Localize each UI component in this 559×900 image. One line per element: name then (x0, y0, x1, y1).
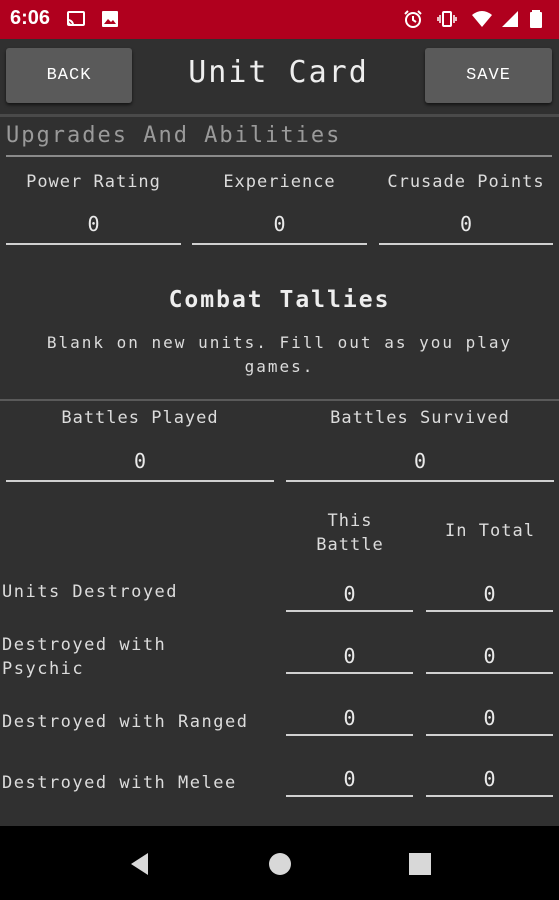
tally-this-battle-field[interactable]: 0 (286, 640, 413, 674)
tally-this-battle-field[interactable]: 0 (286, 578, 413, 612)
status-bar: 6:06 (0, 0, 559, 39)
signal-icon (500, 9, 520, 29)
battery-icon (526, 9, 546, 29)
back-button[interactable]: BACK (6, 48, 132, 103)
crusade-points-label: Crusade Points (387, 172, 545, 192)
vibrate-icon (437, 9, 457, 29)
crusade-points-field[interactable]: 0 (379, 205, 553, 245)
app-bar: BACK Unit Card SAVE (0, 39, 559, 111)
tally-row-label: Destroyed with Psychic (2, 635, 167, 679)
tally-in-total-field[interactable]: 0 (426, 763, 553, 797)
alarm-icon (403, 9, 423, 29)
tally-in-total-field[interactable]: 0 (426, 702, 553, 736)
col-header-in-total: In Total (445, 521, 535, 541)
battles-played-label: Battles Played (61, 408, 219, 428)
battles-played-field[interactable]: 0 (6, 442, 274, 482)
combat-tallies-description: Blank on new units. Fill out as you play… (46, 333, 513, 376)
tally-row-label: Destroyed with Melee (2, 773, 237, 793)
wifi-icon (472, 9, 492, 29)
header-divider (0, 114, 559, 117)
home-circle-icon[interactable] (266, 850, 294, 878)
power-rating-field[interactable]: 0 (6, 205, 181, 245)
experience-field[interactable]: 0 (192, 205, 367, 245)
tally-this-battle-field[interactable]: 0 (286, 763, 413, 797)
power-rating-label: Power Rating (26, 172, 161, 192)
save-button[interactable]: SAVE (425, 48, 552, 103)
image-icon (100, 9, 120, 29)
battles-survived-label: Battles Survived (330, 408, 510, 428)
section-divider (0, 399, 559, 401)
status-time: 6:06 (10, 7, 51, 29)
combat-tallies-title: Combat Tallies (168, 287, 391, 313)
tally-in-total-field[interactable]: 0 (426, 640, 553, 674)
recents-square-icon[interactable] (406, 850, 434, 878)
cast-icon (66, 9, 86, 29)
upgrades-section-header[interactable]: Upgrades And Abilities (6, 123, 552, 157)
tally-this-battle-field[interactable]: 0 (286, 702, 413, 736)
tally-in-total-field[interactable]: 0 (426, 578, 553, 612)
battles-survived-field[interactable]: 0 (286, 442, 554, 482)
system-nav-bar (0, 826, 559, 900)
back-triangle-icon[interactable] (126, 850, 154, 878)
tally-row-label: Destroyed with Ranged (2, 712, 249, 732)
tally-row-label: Units Destroyed (2, 582, 179, 602)
col-header-this-battle: This Battle (316, 511, 384, 555)
page-title: Unit Card (188, 55, 369, 90)
experience-label: Experience (223, 172, 336, 192)
